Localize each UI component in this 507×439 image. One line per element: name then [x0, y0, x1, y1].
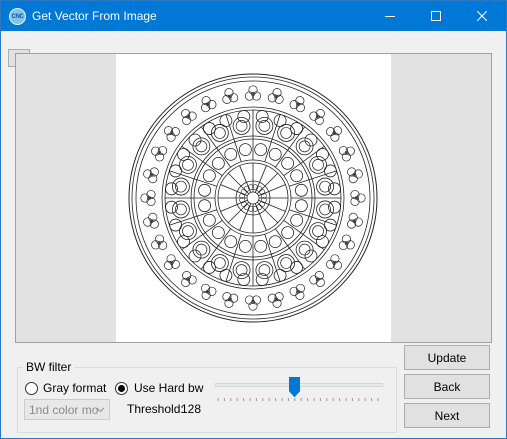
close-icon [477, 11, 487, 21]
app-logo-icon: CNC [9, 8, 26, 25]
threshold-value: 128 [181, 402, 202, 416]
chevron-down-icon [96, 407, 105, 413]
mandala-image [128, 73, 378, 323]
back-button[interactable]: Back [404, 374, 490, 399]
close-button[interactable] [459, 1, 505, 31]
use-hard-bw-radio[interactable] [115, 382, 128, 395]
threshold-slider[interactable] [215, 377, 385, 407]
window-title: Get Vector From Image [32, 9, 157, 23]
title-bar[interactable]: CNC Get Vector From Image [1, 1, 506, 31]
image-canvas[interactable] [15, 53, 492, 343]
maximize-button[interactable] [413, 1, 459, 31]
gray-format-label[interactable]: Gray format [43, 381, 106, 395]
bw-filter-title: BW filter [23, 360, 75, 374]
next-button[interactable]: Next [404, 403, 490, 428]
color-mode-select[interactable]: 1nd color mo [24, 399, 110, 420]
color-mode-value: 1nd color mo [29, 403, 99, 417]
minimize-icon [385, 16, 395, 17]
use-hard-bw-label[interactable]: Use Hard bw [134, 381, 203, 395]
slider-ticks [217, 398, 379, 401]
gray-format-radio[interactable] [25, 382, 38, 395]
image-preview [116, 54, 391, 342]
maximize-icon [431, 11, 441, 21]
get-vector-window: CNC Get Vector From Image + Update Back … [0, 0, 507, 439]
minimize-button[interactable] [367, 1, 413, 31]
threshold-label: Threshold: [127, 402, 184, 416]
update-button[interactable]: Update [404, 345, 490, 370]
slider-thumb[interactable] [289, 377, 300, 397]
